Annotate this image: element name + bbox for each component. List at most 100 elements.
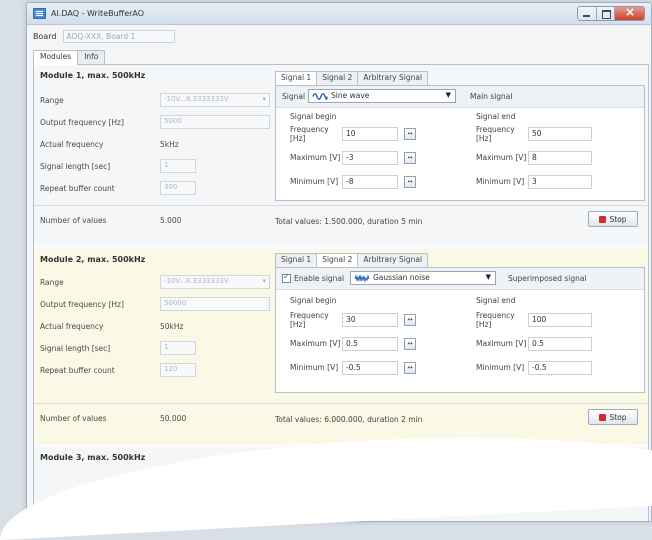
m1-signal-length-input[interactable]: 1 bbox=[160, 159, 196, 173]
m2-end-max-input[interactable]: 0.5 bbox=[528, 336, 592, 351]
m2-end-frequency-input[interactable]: 100 bbox=[528, 312, 592, 327]
m2-signal-end-title: Signal end bbox=[476, 296, 516, 305]
chevron-down-icon: ▼ bbox=[445, 91, 451, 99]
m1-signal-mode: Main signal bbox=[470, 92, 513, 101]
m2-end-min-row: Minimum [V] -0.5 bbox=[476, 360, 592, 375]
m2-signal-type-value: Gaussian noise bbox=[373, 273, 430, 282]
m2-begin-max-input[interactable]: 0.5 bbox=[342, 336, 398, 351]
m2-signal-mode: Superimposed signal bbox=[508, 274, 587, 283]
m1-begin-max-input[interactable]: -3 bbox=[342, 150, 398, 165]
minimum-label: Minimum [V] bbox=[290, 177, 339, 186]
m1-actual-freq-row: Actual frequency 5kHz bbox=[40, 137, 179, 151]
link-icon[interactable]: ↔ bbox=[404, 175, 416, 188]
m2-tab-arbitrary-signal[interactable]: Arbitrary Signal bbox=[357, 253, 429, 267]
app-icon bbox=[33, 8, 46, 19]
m1-begin-max-row: Maximum [V] -3 ↔ bbox=[290, 150, 416, 165]
m2-enable-signal-checkbox[interactable] bbox=[282, 272, 291, 283]
m2-signal-length-input[interactable]: 1 bbox=[160, 341, 196, 355]
module-2-title: Module 2, max. 500kHz bbox=[40, 255, 146, 264]
board-select[interactable]: ADQ-XXX, Board 1 bbox=[62, 29, 175, 43]
m1-signal-type-select[interactable]: Sine wave ▼ bbox=[308, 89, 456, 103]
m1-begin-min-input[interactable]: -8 bbox=[342, 174, 398, 189]
repeat-buffer-label: Repeat buffer count bbox=[40, 183, 115, 193]
m2-stop-button[interactable]: Stop bbox=[588, 409, 638, 425]
actual-frequency-label: Actual frequency bbox=[40, 139, 104, 149]
m1-repeat-row: Repeat buffer count 300 bbox=[40, 181, 196, 195]
m1-repeat-buffer-input[interactable]: 300 bbox=[160, 181, 196, 195]
m2-begin-min-row: Minimum [V] -0.5 ↔ bbox=[290, 360, 416, 375]
m2-end-min-input[interactable]: -0.5 bbox=[528, 360, 592, 375]
divider bbox=[34, 205, 648, 206]
m2-tab-signal-2[interactable]: Signal 2 bbox=[316, 253, 359, 267]
link-icon[interactable]: ↔ bbox=[404, 361, 416, 374]
m1-begin-frequency-row: Frequency [Hz] 10 ↔ bbox=[290, 125, 416, 143]
m2-signal-begin-title: Signal begin bbox=[290, 296, 337, 305]
enable-signal-label: Enable signal bbox=[294, 274, 345, 283]
maximum-label: Maximum [V] bbox=[476, 339, 527, 348]
maximum-label: Maximum [V] bbox=[476, 153, 527, 162]
title-bar: AI.DAQ - WriteBufferAO bbox=[27, 3, 651, 25]
maximize-button[interactable] bbox=[596, 7, 614, 20]
minimize-button[interactable] bbox=[578, 7, 596, 20]
m1-range-row: Range -10V...8.3333333V bbox=[40, 93, 270, 107]
tab-modules[interactable]: Modules bbox=[33, 50, 79, 65]
m2-begin-frequency-input[interactable]: 30 bbox=[342, 312, 398, 327]
m1-end-max-input[interactable]: 8 bbox=[528, 150, 592, 165]
m2-signal-type-select[interactable]: Gaussian noise ▼ bbox=[350, 271, 496, 285]
link-icon[interactable]: ↔ bbox=[404, 151, 416, 164]
m1-total-values: Total values: 1.500.000, duration 5 min bbox=[275, 217, 423, 226]
m2-number-of-values: 50.000 bbox=[160, 413, 187, 423]
maximum-label: Maximum [V] bbox=[290, 339, 341, 348]
link-icon[interactable]: ↔ bbox=[404, 313, 416, 326]
link-icon[interactable]: ↔ bbox=[404, 337, 416, 350]
signal-length-label: Signal length [sec] bbox=[40, 161, 111, 171]
minimum-label: Minimum [V] bbox=[476, 363, 525, 372]
link-icon[interactable]: ↔ bbox=[404, 127, 416, 140]
frequency-label: Frequency [Hz] bbox=[476, 124, 515, 143]
m1-actual-frequency-value: 5kHz bbox=[160, 139, 179, 149]
m2-output-frequency-input[interactable]: 50000 bbox=[160, 297, 270, 311]
range-label: Range bbox=[40, 277, 64, 287]
m2-repeat-buffer-input[interactable]: 120 bbox=[160, 363, 196, 377]
m1-number-of-values: 5.000 bbox=[160, 215, 182, 225]
m2-signal-length-row: Signal length [sec] 1 bbox=[40, 341, 196, 355]
sine-wave-icon bbox=[312, 93, 328, 100]
m1-end-min-input[interactable]: 3 bbox=[528, 174, 592, 189]
m2-total-values: Total values: 6.000.000, duration 2 min bbox=[275, 415, 423, 424]
m1-tab-signal-2[interactable]: Signal 2 bbox=[316, 71, 359, 85]
signal-label: Signal bbox=[282, 92, 306, 101]
m1-output-frequency-input[interactable]: 5000 bbox=[160, 115, 270, 129]
m1-end-frequency-input[interactable]: 50 bbox=[528, 126, 592, 141]
actual-frequency-label: Actual frequency bbox=[40, 321, 104, 331]
m1-range-select[interactable]: -10V...8.3333333V bbox=[160, 93, 270, 107]
module-1: Module 1, max. 500kHz Range -10V...8.333… bbox=[34, 65, 648, 245]
m1-stop-button[interactable]: Stop bbox=[588, 211, 638, 227]
close-button[interactable] bbox=[614, 7, 644, 20]
m2-begin-max-row: Maximum [V] 0.5 ↔ bbox=[290, 336, 416, 351]
stop-icon bbox=[599, 413, 607, 421]
maximum-label: Maximum [V] bbox=[290, 153, 341, 162]
output-frequency-label: Output frequency [Hz] bbox=[40, 117, 124, 127]
repeat-buffer-label: Repeat buffer count bbox=[40, 365, 115, 375]
tab-info[interactable]: Info bbox=[77, 50, 106, 64]
stop-icon bbox=[599, 215, 607, 223]
stop-label: Stop bbox=[609, 412, 627, 422]
m2-repeat-row: Repeat buffer count 120 bbox=[40, 363, 196, 377]
m1-tab-arbitrary-signal[interactable]: Arbitrary Signal bbox=[357, 71, 429, 85]
m1-signal-length-row: Signal length [sec] 1 bbox=[40, 159, 196, 173]
board-label: Board bbox=[33, 31, 57, 41]
m2-actual-freq-row: Actual frequency 50kHz bbox=[40, 319, 183, 333]
m1-signal-type-value: Sine wave bbox=[331, 91, 370, 100]
m1-begin-frequency-input[interactable]: 10 bbox=[342, 126, 398, 141]
window-controls bbox=[577, 6, 645, 21]
m2-begin-min-input[interactable]: -0.5 bbox=[342, 360, 398, 375]
m1-output-freq-row: Output frequency [Hz] 5000 bbox=[40, 115, 270, 129]
m2-signal-tabs: Signal 1 Signal 2 Arbitrary Signal bbox=[275, 253, 429, 267]
m1-tab-signal-1[interactable]: Signal 1 bbox=[275, 71, 318, 85]
m2-tab-signal-1[interactable]: Signal 1 bbox=[275, 253, 318, 267]
m2-num-values-row: Number of values 50.000 bbox=[40, 411, 186, 425]
window-title: AI.DAQ - WriteBufferAO bbox=[51, 9, 145, 18]
m2-end-frequency-row: Frequency [Hz] 100 bbox=[476, 310, 592, 329]
frequency-label: Frequency [Hz] bbox=[476, 310, 515, 329]
m2-range-select[interactable]: -10V...8.3333333V bbox=[160, 275, 270, 289]
